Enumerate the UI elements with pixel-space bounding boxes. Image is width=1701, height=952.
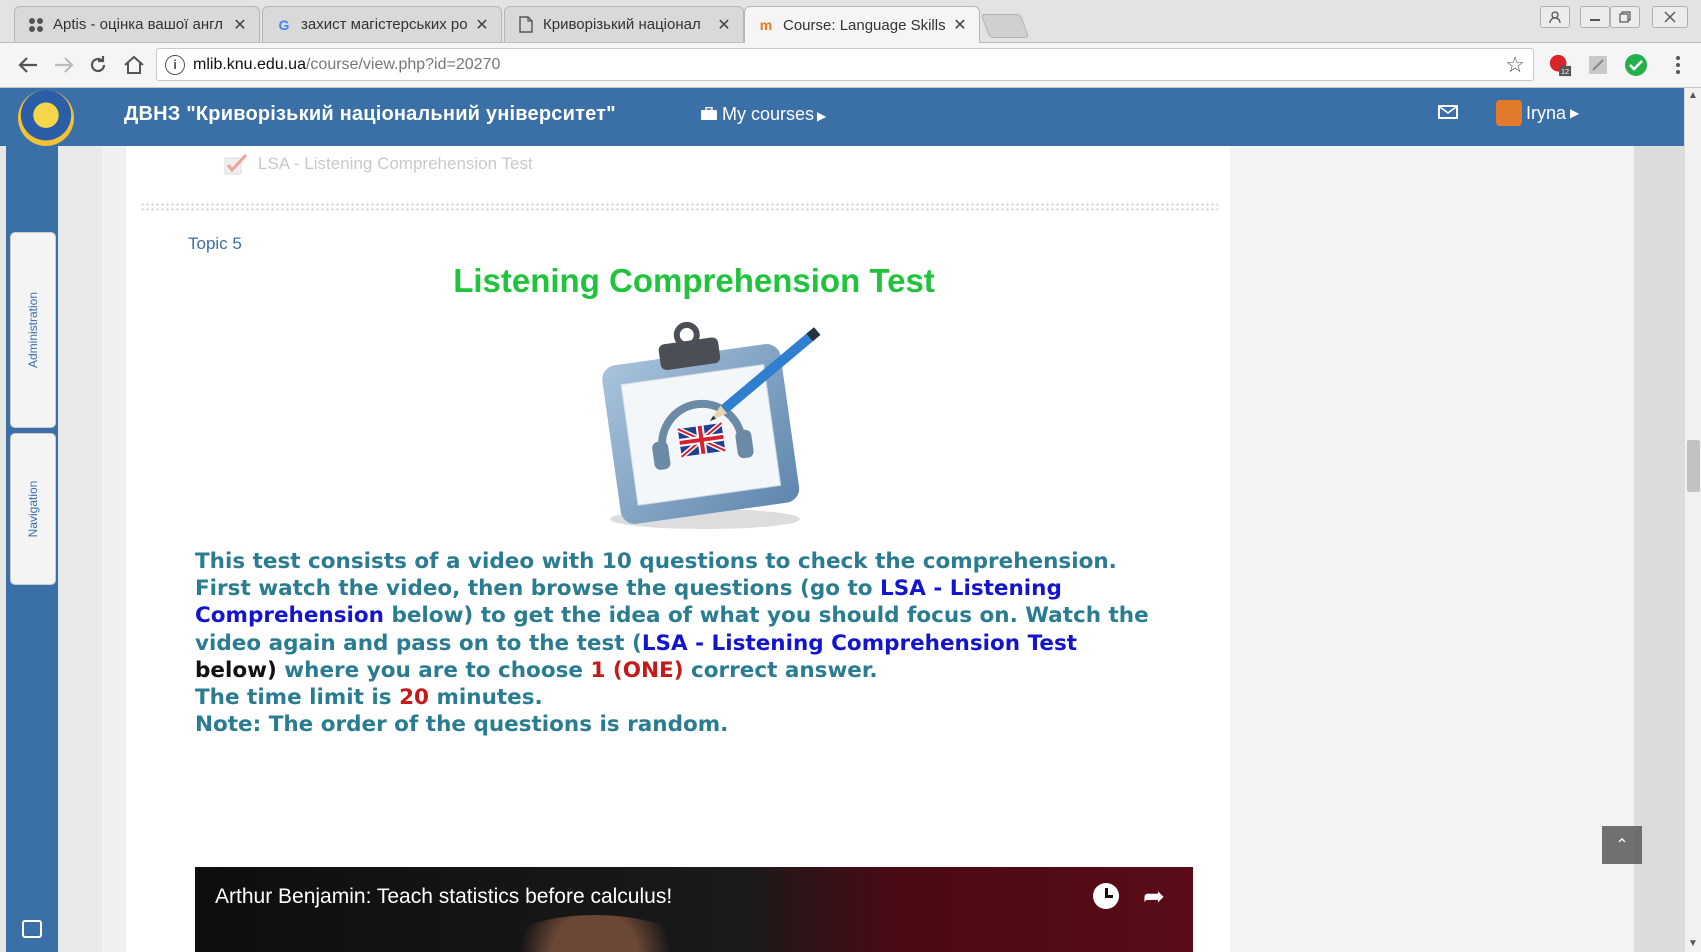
close-tab-icon[interactable]: ✕ bbox=[231, 15, 249, 35]
video-thumbnail bbox=[495, 915, 695, 952]
site-header: ДВНЗ "Криворізький національний універси… bbox=[0, 88, 1684, 146]
page-heading: Listening Comprehension Test bbox=[453, 262, 935, 299]
share-arrow-icon[interactable]: ➦ bbox=[1143, 881, 1165, 912]
section-divider bbox=[140, 202, 1218, 212]
address-bar[interactable]: i mlib.knu.edu.ua/course/view.php?id=202… bbox=[156, 48, 1534, 81]
scrollbar-thumb[interactable] bbox=[1687, 440, 1700, 492]
user-menu[interactable]: Iryna ▶ bbox=[1496, 100, 1579, 126]
minimize-icon[interactable] bbox=[1580, 6, 1610, 28]
summary-line: This test consists of a video with 10 qu… bbox=[195, 549, 1117, 574]
close-window-icon[interactable] bbox=[1652, 6, 1688, 28]
page-gutter bbox=[102, 146, 126, 952]
summary-line: First watch the video, then browse the q… bbox=[195, 576, 1062, 602]
dock-toggle-icon[interactable] bbox=[22, 920, 42, 938]
site-name-link[interactable]: ДВНЗ "Криворізький національний універси… bbox=[124, 103, 616, 126]
section-summary: This test consists of a video with 10 qu… bbox=[195, 548, 1195, 738]
back-arrow-icon[interactable] bbox=[14, 51, 42, 79]
dock-label: Administration bbox=[26, 291, 40, 369]
embedded-video-player[interactable]: Arthur Benjamin: Teach statistics before… bbox=[195, 867, 1193, 952]
url-host: mlib.knu.edu.ua bbox=[193, 55, 306, 73]
activity-name: LSA - Listening Comprehension Test bbox=[258, 154, 533, 173]
tab-title: Course: Language Skills A bbox=[783, 16, 945, 34]
moodle-icon: m bbox=[759, 17, 773, 33]
extension-pdf-icon[interactable] bbox=[1586, 53, 1610, 77]
user-name: Iryna bbox=[1526, 102, 1567, 123]
link-lsa-test[interactable]: LSA - Listening Comprehension Test bbox=[642, 631, 1077, 656]
section-title: Topic 5 bbox=[188, 234, 242, 253]
bookmark-star-icon[interactable]: ☆ bbox=[1505, 52, 1525, 78]
profile-icon[interactable] bbox=[1540, 6, 1570, 28]
my-courses-menu[interactable]: My courses ▶ bbox=[700, 104, 826, 125]
browser-tab-knu[interactable]: Криворізький націонал ✕ bbox=[504, 6, 744, 42]
scroll-up-icon[interactable]: ▲ bbox=[1688, 90, 1698, 101]
video-title[interactable]: Arthur Benjamin: Teach statistics before… bbox=[215, 885, 672, 909]
tab-title: Криворізький націонал bbox=[543, 16, 701, 33]
back-to-top-button[interactable]: ⌃ bbox=[1602, 826, 1642, 864]
forward-arrow-icon[interactable] bbox=[50, 51, 78, 79]
summary-line: The time limit is 20 minutes. bbox=[195, 685, 543, 711]
link-lsa-comprehension[interactable]: LSA - Listening bbox=[880, 576, 1062, 601]
google-icon: G bbox=[278, 16, 290, 33]
briefcase-icon bbox=[701, 106, 717, 120]
restore-icon[interactable] bbox=[1610, 6, 1640, 28]
info-icon[interactable]: i bbox=[165, 54, 185, 75]
document-icon bbox=[517, 16, 535, 34]
tab-strip: Aptis - оцінка вашої англ ✕ G захист маг… bbox=[0, 0, 1701, 43]
summary-line: Note: The order of the questions is rand… bbox=[195, 712, 729, 738]
scroll-down-icon[interactable]: ▼ bbox=[1688, 938, 1698, 949]
avatar bbox=[1496, 100, 1522, 126]
link-lsa-comprehension[interactable]: Comprehension bbox=[195, 603, 384, 628]
browser-toolbar: i mlib.knu.edu.ua/course/view.php?id=202… bbox=[0, 43, 1701, 88]
watch-later-icon[interactable] bbox=[1093, 883, 1119, 909]
quiz-check-icon bbox=[224, 152, 248, 176]
close-tab-icon[interactable]: ✕ bbox=[715, 15, 733, 35]
url-path: /course/view.php?id=20270 bbox=[305, 55, 501, 73]
messages-icon[interactable] bbox=[1438, 105, 1458, 119]
page-viewport: ДВНЗ "Криворізький національний універси… bbox=[0, 88, 1684, 952]
tab-title: захист магістерських ро bbox=[301, 16, 467, 33]
home-icon[interactable] bbox=[120, 51, 148, 79]
browser-tab-aptis[interactable]: Aptis - оцінка вашої англ ✕ bbox=[14, 6, 260, 42]
new-tab-button[interactable] bbox=[980, 14, 1030, 38]
dock-item-navigation[interactable]: Navigation bbox=[10, 433, 56, 585]
dock-item-administration[interactable]: Administration bbox=[10, 232, 56, 428]
my-courses-label: My courses bbox=[722, 104, 815, 124]
caret-right-icon: ▶ bbox=[817, 109, 827, 123]
summary-line: Comprehension below) to get the idea of … bbox=[195, 603, 1149, 629]
extension-badge: 12 bbox=[1561, 67, 1569, 76]
extension-check-icon[interactable] bbox=[1624, 53, 1648, 77]
summary-line: video again and pass on to the test (LSA… bbox=[195, 630, 1078, 656]
close-tab-icon[interactable]: ✕ bbox=[473, 15, 491, 35]
chevron-up-icon: ⌃ bbox=[1615, 837, 1629, 854]
reload-icon[interactable] bbox=[84, 51, 112, 79]
page-scrollbar[interactable]: ▲ ▼ bbox=[1684, 88, 1701, 952]
clipboard-headphones-illustration bbox=[570, 314, 830, 534]
university-logo[interactable] bbox=[18, 90, 74, 146]
grid-icon bbox=[27, 16, 45, 34]
tab-title: Aptis - оцінка вашої англ bbox=[53, 16, 224, 33]
caret-right-icon: ▶ bbox=[1570, 106, 1580, 120]
activity-link-lsa-test[interactable]: LSA - Listening Comprehension Test bbox=[224, 152, 533, 176]
extension-adblock-icon[interactable]: 12 bbox=[1548, 53, 1572, 77]
browser-tab-google[interactable]: G захист магістерських ро ✕ bbox=[262, 6, 502, 42]
browser-menu-icon[interactable] bbox=[1666, 53, 1690, 77]
browser-tab-course[interactable]: m Course: Language Skills A ✕ bbox=[744, 6, 980, 43]
close-tab-icon[interactable]: ✕ bbox=[951, 15, 969, 35]
right-block-region bbox=[1230, 146, 1634, 952]
dock-label: Navigation bbox=[26, 480, 40, 538]
summary-line: below) where you are to choose 1 (ONE) c… bbox=[195, 657, 878, 683]
